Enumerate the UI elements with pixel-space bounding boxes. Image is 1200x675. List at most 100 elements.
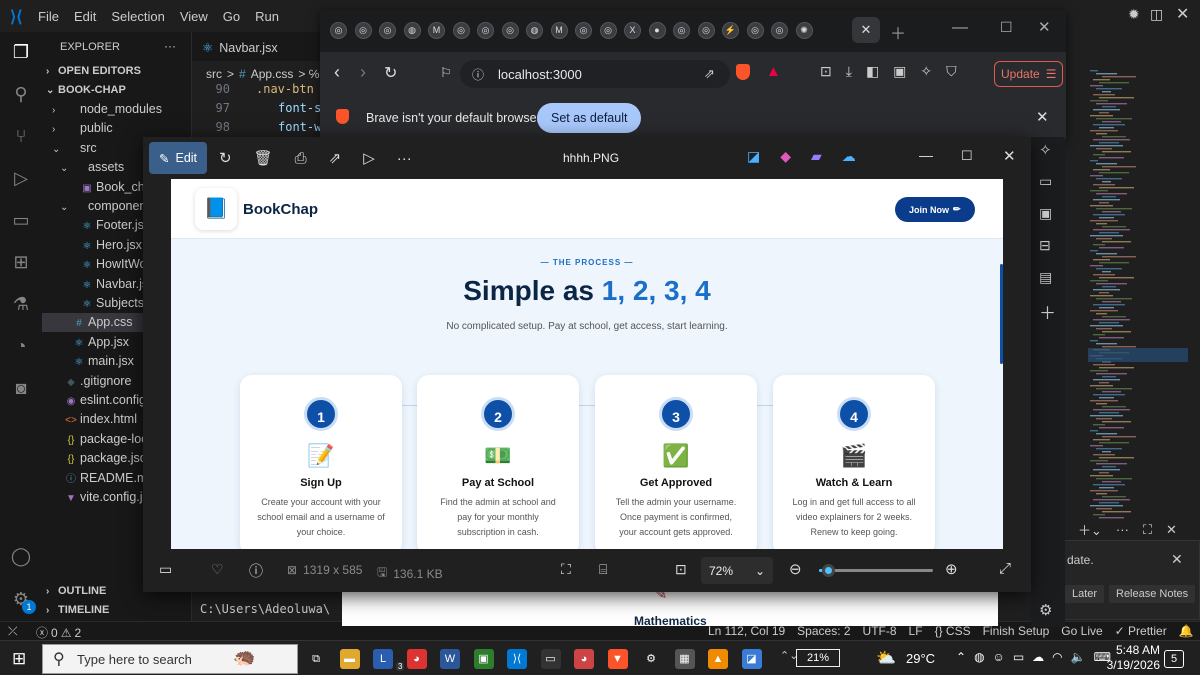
- language-mode[interactable]: {} CSS: [935, 624, 971, 638]
- cmd-icon[interactable]: ▭: [540, 649, 561, 669]
- notification-center[interactable]: 5: [1164, 650, 1184, 668]
- minimize-icon[interactable]: —: [952, 19, 968, 37]
- browser-tab-favicon-icon[interactable]: ●: [648, 22, 666, 39]
- reader-mode-icon[interactable]: ⊡: [820, 63, 832, 80]
- text-scan-icon[interactable]: ⌸: [599, 561, 607, 578]
- code-line[interactable]: 98 font-w: [192, 120, 322, 134]
- add-sidebar-item-icon[interactable]: ＋: [1039, 299, 1056, 324]
- explorer-icon[interactable]: ❐: [9, 40, 33, 64]
- browser-tab-favicon-icon[interactable]: ◎: [575, 22, 592, 39]
- tray-app-icon[interactable]: ◍: [974, 650, 984, 664]
- print-icon[interactable]: ⎙: [295, 150, 307, 167]
- vscode-taskbar-icon[interactable]: ⟩⟨: [507, 649, 527, 669]
- set-default-button[interactable]: Set as default: [537, 103, 642, 133]
- delete-icon[interactable]: 🗑: [254, 149, 273, 167]
- forward-icon[interactable]: ›: [360, 62, 366, 83]
- tree-item[interactable]: › public: [42, 119, 192, 138]
- code-line[interactable]: 97 font-s: [192, 101, 322, 115]
- clock-date[interactable]: 3/19/2026: [1096, 658, 1160, 672]
- share-photo-icon[interactable]: ⇗: [329, 149, 342, 167]
- close-browser-icon[interactable]: ✕: [1038, 18, 1051, 36]
- designer-icon[interactable]: ◆: [780, 148, 791, 165]
- zoom-out-icon[interactable]: ⊖: [789, 560, 802, 578]
- search-icon[interactable]: ⚲: [9, 82, 33, 106]
- browser-tab-favicon-icon[interactable]: ◎: [354, 22, 372, 39]
- brave-taskbar-icon[interactable]: ▼: [607, 649, 628, 669]
- edit-button[interactable]: ✎ Edit: [149, 142, 208, 174]
- code-line[interactable]: 90 .nav-btn: [192, 82, 314, 96]
- paint-icon[interactable]: ◪: [747, 148, 760, 165]
- task-view-icon[interactable]: ⧉: [306, 649, 326, 669]
- browser-tab-favicon-icon[interactable]: ◎: [330, 22, 347, 39]
- tray-cloud-icon[interactable]: ☁: [1032, 650, 1044, 664]
- update-button[interactable]: Update ☰: [994, 61, 1064, 87]
- notification-close-icon[interactable]: ✕: [1171, 551, 1183, 568]
- testing-icon[interactable]: ⚗: [9, 292, 33, 316]
- rotate-icon[interactable]: ↻: [219, 149, 232, 167]
- bookmarks-sidebar-icon[interactable]: ⊟: [1039, 237, 1051, 254]
- playlist-icon[interactable]: ▭: [1039, 173, 1052, 190]
- photos-close-icon[interactable]: ✕: [1003, 147, 1016, 165]
- photos-maximize-icon[interactable]: ☐: [961, 148, 973, 164]
- tree-item[interactable]: › node_modules: [42, 100, 192, 119]
- clipchamp-icon[interactable]: ▰: [811, 148, 822, 165]
- browser-tab-favicon-icon[interactable]: ✺: [795, 22, 813, 39]
- file-info-icon[interactable]: ⓘ: [249, 561, 263, 581]
- browser-tab-favicon-icon[interactable]: ◎: [746, 22, 764, 39]
- wallet-icon[interactable]: ▣: [893, 63, 906, 80]
- browser-tab-favicon-icon[interactable]: ◎: [477, 22, 494, 39]
- menu-go[interactable]: Go: [223, 9, 240, 24]
- l-app-icon[interactable]: L: [373, 649, 393, 669]
- browser-tab-favicon-icon[interactable]: ⚡: [722, 22, 739, 39]
- copilot-icon[interactable]: ✹: [1128, 6, 1140, 23]
- browser-tab-favicon-icon[interactable]: X: [624, 22, 641, 39]
- browser-tab-favicon-icon[interactable]: ◎: [697, 22, 715, 39]
- remote-icon[interactable]: ⤫: [8, 624, 18, 639]
- address-bar[interactable]: ⓘ localhost:3000 ⇗: [460, 60, 730, 88]
- download-icon[interactable]: ⤓: [846, 63, 852, 80]
- vpn-icon[interactable]: ⛉: [946, 63, 957, 80]
- minimap[interactable]: [1088, 70, 1188, 530]
- vlc-icon[interactable]: ▲: [708, 649, 728, 669]
- zoom-slider[interactable]: [819, 564, 933, 577]
- onedrive-icon[interactable]: ☁: [842, 148, 856, 165]
- leo-ai-icon[interactable]: ✧: [920, 63, 932, 80]
- prettier[interactable]: ✓ Prettier: [1115, 624, 1167, 638]
- zoom-dropdown[interactable]: 72% ⌄: [701, 557, 773, 584]
- project-section[interactable]: ⌄ BOOK-CHAP: [42, 81, 192, 100]
- browser-tab-favicon-icon[interactable]: ◎: [673, 22, 690, 39]
- menu-edit[interactable]: Edit: [74, 9, 96, 24]
- tray-volume-icon[interactable]: 🔈: [1071, 650, 1086, 664]
- more-options-icon[interactable]: ···: [397, 150, 412, 167]
- timeline-section[interactable]: › TIMELINE: [42, 601, 192, 620]
- account-icon[interactable]: ◯: [9, 544, 33, 568]
- weather-icon[interactable]: ⛅: [876, 648, 896, 668]
- tray-chevron-icon[interactable]: ⌃: [956, 650, 966, 664]
- remote-explorer-icon[interactable]: ▭: [9, 208, 33, 232]
- cursor-position[interactable]: Ln 112, Col 19: [708, 624, 785, 638]
- minimap-viewport[interactable]: [1088, 348, 1188, 362]
- sidebar-settings-icon[interactable]: ⚙: [1039, 601, 1052, 619]
- photos-taskbar-icon[interactable]: ◪: [741, 649, 762, 669]
- chrome-profile-icon[interactable]: ◕: [574, 649, 594, 669]
- share-icon[interactable]: ⇗: [704, 66, 715, 82]
- notifications-bell-icon[interactable]: 🔔: [1179, 624, 1194, 638]
- tray-people-icon[interactable]: ☺: [993, 650, 1005, 664]
- browser-tab-favicon-icon[interactable]: ◎: [379, 22, 396, 39]
- calculator-icon[interactable]: ▦: [674, 649, 695, 669]
- menu-selection[interactable]: Selection: [111, 9, 164, 24]
- terminal-app-icon[interactable]: ▣: [473, 649, 494, 669]
- browser-tab-favicon-icon[interactable]: M: [428, 22, 445, 39]
- taskbar-search-box[interactable]: ⚲ Type here to search 🦔: [42, 644, 298, 674]
- run-debug-icon[interactable]: ▷: [9, 166, 33, 190]
- browser-tab-favicon-icon[interactable]: ◍: [403, 22, 421, 39]
- source-control-icon[interactable]: ⑂: [9, 124, 33, 148]
- bookmark-icon[interactable]: ⚐: [440, 65, 452, 81]
- problems-indicator[interactable]: ⓧ 0 ⚠ 2: [36, 624, 81, 641]
- reload-icon[interactable]: ↻: [384, 63, 397, 83]
- active-tab-close-icon[interactable]: ✕: [852, 17, 880, 43]
- extensions-icon[interactable]: ⊞: [9, 250, 33, 274]
- clock-time[interactable]: 5:48 AM: [1104, 643, 1160, 657]
- start-windows-icon[interactable]: ⊞: [12, 649, 26, 669]
- weather-temp[interactable]: 29°C: [906, 651, 935, 666]
